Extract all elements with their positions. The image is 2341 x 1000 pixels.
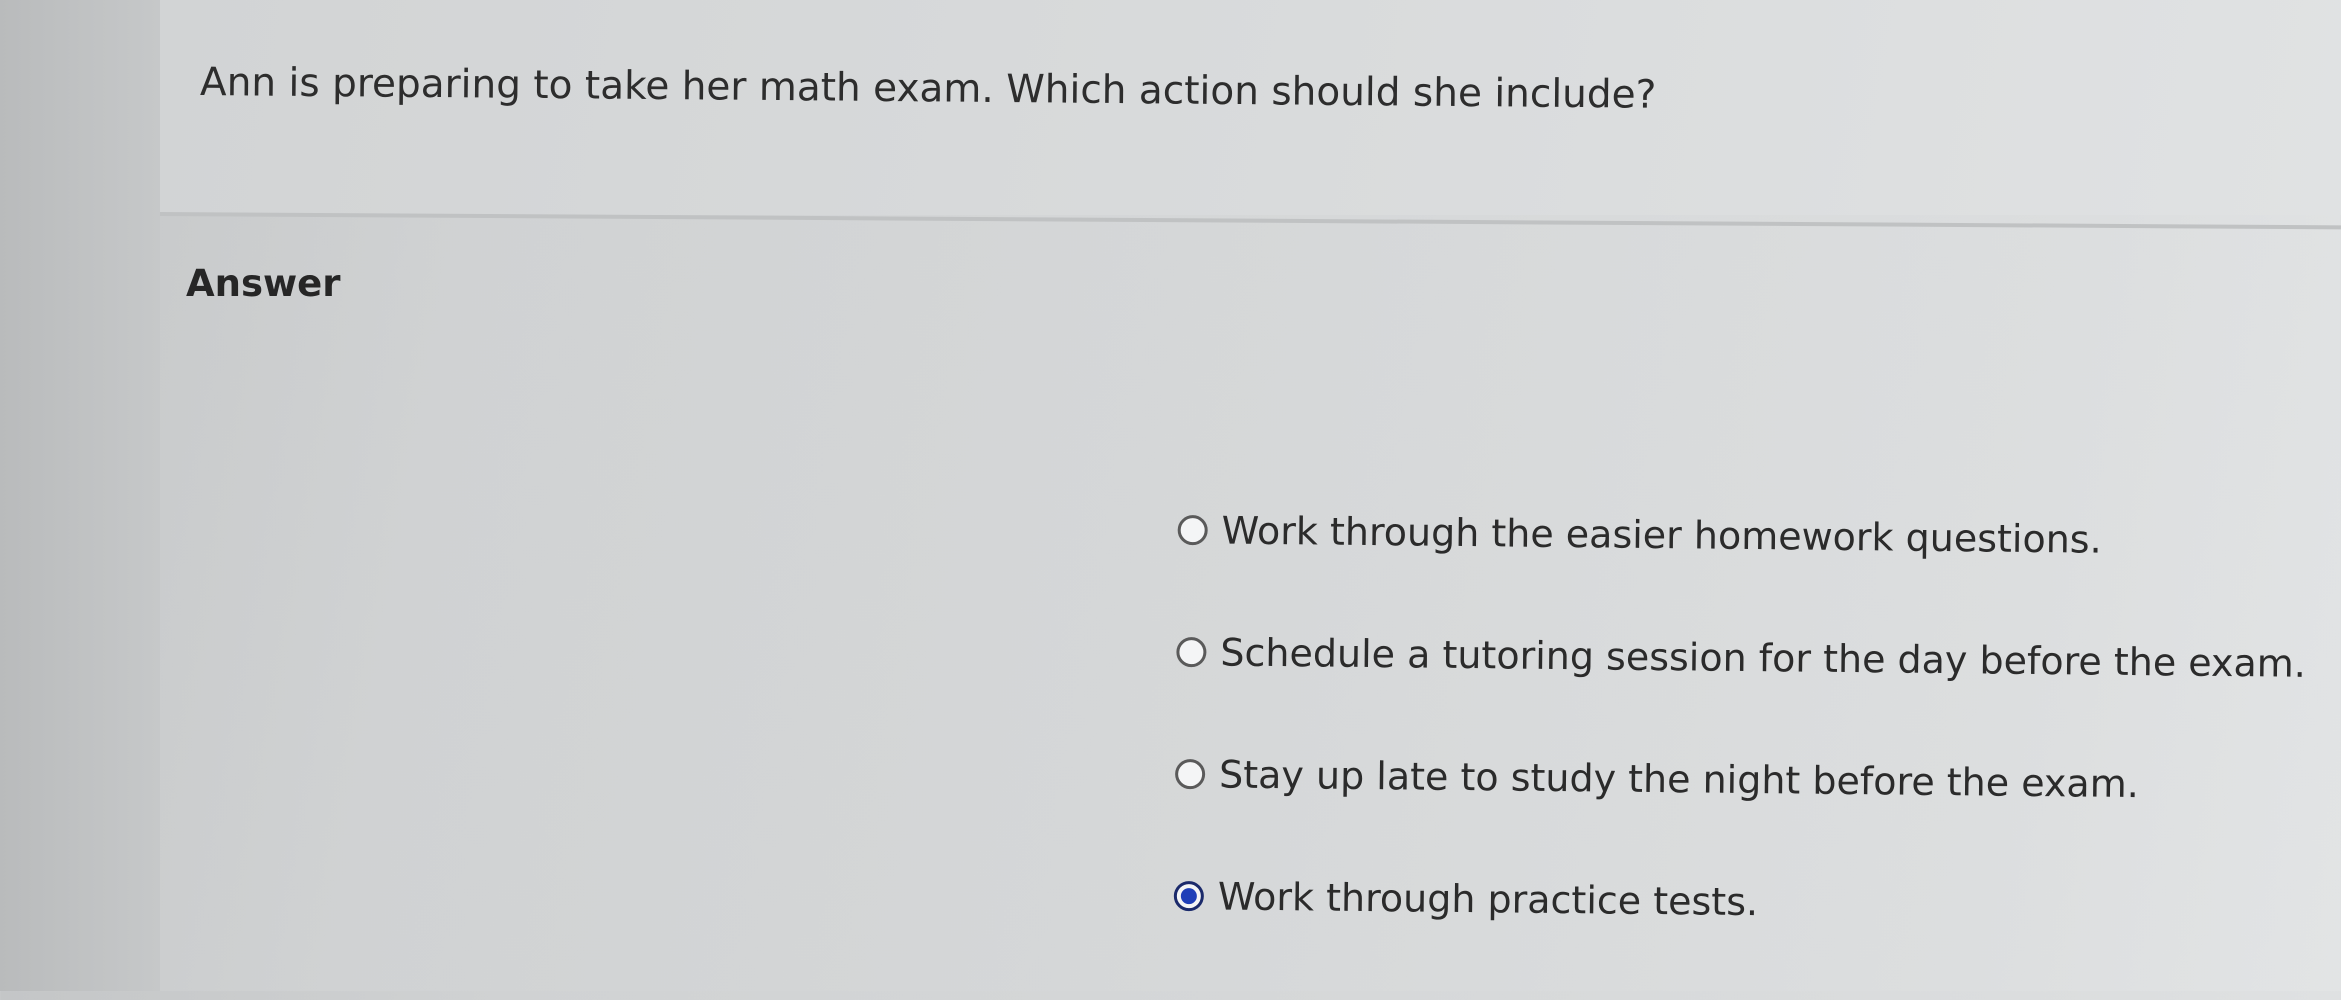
answer-option-2[interactable]: Schedule a tutoring session for the day … <box>1176 622 2306 694</box>
radio-button-selected[interactable] <box>1173 880 1205 912</box>
radio-button[interactable] <box>1176 636 1207 668</box>
option-label: Work through practice tests. <box>1217 874 1759 925</box>
left-margin <box>0 0 160 991</box>
answer-option-4[interactable]: Work through practice tests. <box>1173 866 2304 938</box>
answer-options: Work through the easier homework questio… <box>1173 500 2308 1000</box>
answer-option-3[interactable]: Stay up late to study the night before t… <box>1174 744 2305 816</box>
radio-selected-dot <box>1180 888 1197 905</box>
answer-option-1[interactable]: Work through the easier homework questio… <box>1177 500 2307 572</box>
option-label: Schedule a tutoring session for the day … <box>1220 630 2307 686</box>
answer-heading: Answer <box>186 262 341 305</box>
option-label: Stay up late to study the night before t… <box>1218 752 2140 807</box>
radio-button[interactable] <box>1177 514 1208 546</box>
radio-button[interactable] <box>1174 758 1206 790</box>
option-label: Work through the easier homework questio… <box>1221 508 2102 562</box>
